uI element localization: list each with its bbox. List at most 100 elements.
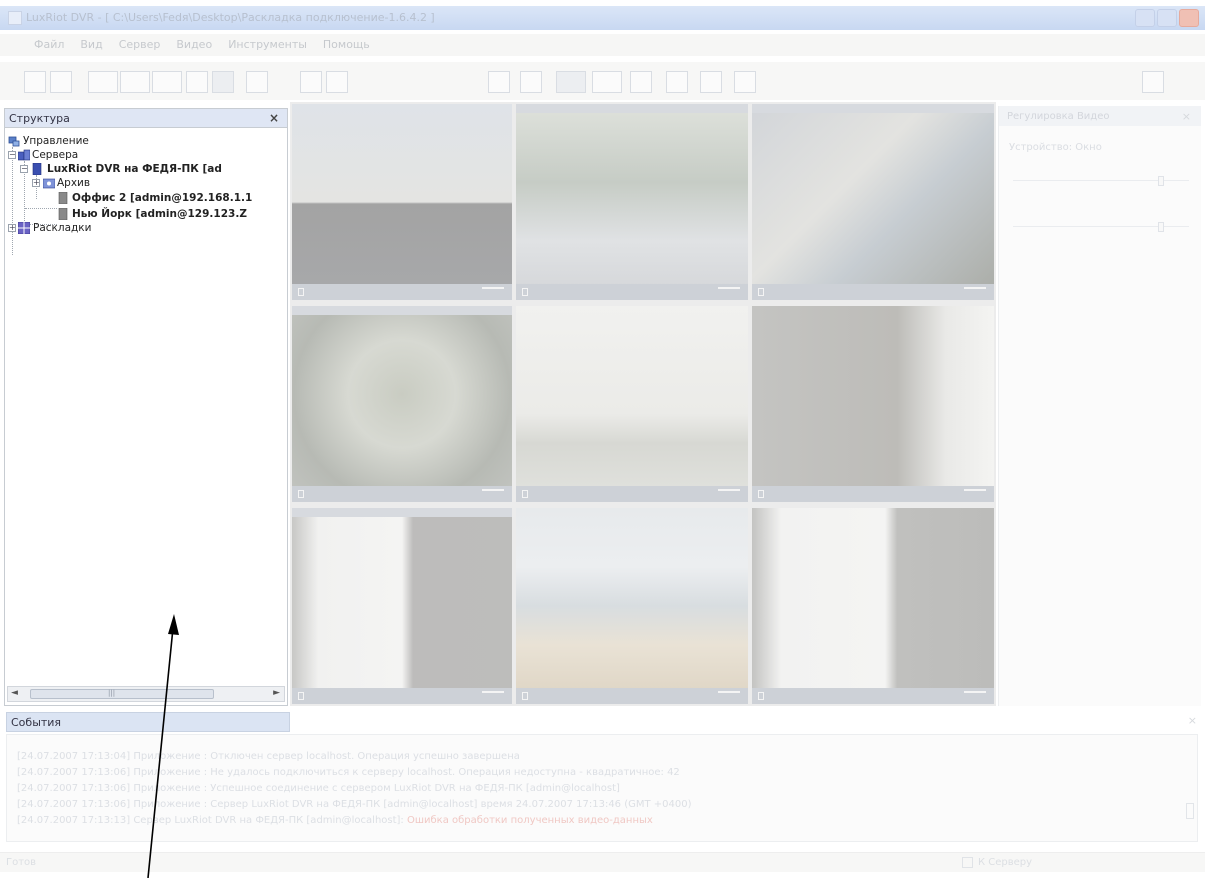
tree-item-layouts[interactable]: Раскладки	[33, 222, 91, 236]
events-vscrollbar[interactable]	[1185, 739, 1195, 839]
camera-tile[interactable]	[516, 104, 748, 300]
event-line: [24.07.2007 17:13:04] Приложение : Отклю…	[17, 751, 520, 762]
structure-hscrollbar[interactable]: ◄ ||| ►	[7, 686, 285, 702]
zoom-icon[interactable]	[326, 71, 348, 93]
camera-tile[interactable]	[292, 306, 512, 502]
camera-tile[interactable]	[516, 508, 748, 704]
grid-1p5-icon[interactable]	[630, 71, 652, 93]
video-grid	[290, 102, 996, 706]
events-scroll-thumb[interactable]	[1186, 803, 1194, 819]
structure-close-icon[interactable]: ×	[269, 111, 279, 125]
menu-server[interactable]: Сервер	[113, 34, 167, 56]
camera-status-icon	[758, 288, 764, 296]
connect-icon[interactable]	[24, 71, 46, 93]
camera-tile[interactable]	[752, 306, 994, 502]
camera-caption-bar	[516, 486, 748, 502]
grid-4x4-icon[interactable]	[592, 71, 622, 93]
server-offline-icon	[58, 192, 68, 204]
grid-1x1-icon[interactable]	[488, 71, 510, 93]
server-status-text: К Серверу	[978, 857, 1033, 868]
grid-icon[interactable]	[212, 71, 234, 93]
maximize-button[interactable]	[1157, 9, 1177, 27]
camera-controls-icon	[718, 287, 740, 296]
options-icon[interactable]	[1142, 71, 1164, 93]
camera-caption-bar	[292, 284, 512, 300]
status-bar: Готов К Серверу	[0, 852, 1205, 872]
camera-header-bar	[292, 508, 512, 517]
grid-1p12-icon[interactable]	[700, 71, 722, 93]
events-close-icon[interactable]: ×	[1188, 714, 1197, 727]
status-text: Готов	[6, 857, 37, 868]
slider-knob[interactable]	[1158, 222, 1164, 232]
camera-caption-bar	[292, 486, 512, 502]
tree-item-server-luxriot[interactable]: LuxRiot DVR на ФЕДЯ-ПК [ad	[47, 163, 222, 177]
scroll-left-icon[interactable]: ◄	[11, 688, 18, 698]
camera-caption-bar	[516, 688, 748, 704]
camera-controls-icon	[964, 489, 986, 498]
camera-controls-icon	[964, 691, 986, 700]
title-bar: LuxRiot DVR - [ C:\Users\Fedя\Desktop\Ра…	[0, 6, 1205, 30]
server-online-icon	[32, 163, 42, 175]
menu-video[interactable]: Видео	[170, 34, 218, 56]
settings-icon[interactable]	[246, 71, 268, 93]
events-panel-header: События	[6, 712, 290, 732]
tree-item-management[interactable]: Управление	[23, 135, 89, 149]
event-line: [24.07.2007 17:13:06] Приложение : Не уд…	[17, 767, 680, 778]
layouts-icon	[18, 222, 30, 234]
video-settings-panel: Регулировка Видео × Устройство: Окно	[998, 106, 1201, 706]
event-line-text: [24.07.2007 17:13:13] Сервер LuxRiot DVR…	[17, 815, 407, 826]
camera-tile[interactable]	[752, 508, 994, 704]
grid-1p7-icon[interactable]	[666, 71, 688, 93]
expand-servers-icon[interactable]: −	[8, 151, 16, 159]
event-line: [24.07.2007 17:13:06] Приложение : Успеш…	[17, 783, 620, 794]
structure-panel-title: Структура	[9, 112, 70, 125]
camera-controls-icon	[718, 489, 740, 498]
fullscreen-icon[interactable]	[186, 71, 208, 93]
grid-3x3-icon[interactable]	[556, 71, 586, 93]
tree-item-server-newyork[interactable]: Нью Йорк [admin@129.123.Z	[72, 208, 247, 222]
archive-icon	[43, 178, 55, 189]
camera-controls-icon	[482, 287, 504, 296]
tree-item-server-office2[interactable]: Оффис 2 [admin@192.168.1.1	[72, 192, 252, 206]
tree-item-servers[interactable]: Сервера	[32, 149, 78, 163]
camera-tile[interactable]	[752, 104, 994, 300]
video-settings-device: Устройство: Окно	[1009, 142, 1102, 153]
slider-knob[interactable]	[1158, 176, 1164, 186]
camera-status-icon	[522, 288, 528, 296]
expand-layouts-icon[interactable]: +	[8, 224, 16, 232]
brightness-slider[interactable]	[1013, 176, 1189, 186]
save-icon[interactable]	[50, 71, 72, 93]
contrast-slider[interactable]	[1013, 222, 1189, 232]
layout-1-icon[interactable]	[88, 71, 118, 93]
events-panel-title: События	[11, 716, 62, 729]
tree-item-archive[interactable]: Архив	[57, 177, 90, 191]
camera-status-icon	[298, 692, 304, 700]
camera-tile[interactable]	[516, 306, 748, 502]
camera-status-icon	[298, 288, 304, 296]
minimize-button[interactable]	[1135, 9, 1155, 27]
app-icon	[8, 11, 22, 25]
menu-bar: Файл Вид Сервер Видео Инструменты Помощь	[0, 34, 1205, 56]
camera-status-icon	[758, 490, 764, 498]
menu-file[interactable]: Файл	[28, 34, 70, 56]
expand-server1-icon[interactable]: −	[20, 165, 28, 173]
video-settings-close-icon[interactable]: ×	[1182, 110, 1191, 123]
play-icon[interactable]	[300, 71, 322, 93]
menu-tools[interactable]: Инструменты	[222, 34, 313, 56]
camera-tile[interactable]	[292, 508, 512, 704]
scroll-thumb[interactable]	[30, 689, 214, 699]
grid-custom-icon[interactable]	[734, 71, 756, 93]
camera-status-icon	[298, 490, 304, 498]
expand-archive-icon[interactable]: +	[32, 179, 40, 187]
camera-controls-icon	[964, 287, 986, 296]
menu-help[interactable]: Помощь	[317, 34, 376, 56]
camera-controls-icon	[482, 691, 504, 700]
scroll-right-icon[interactable]: ►	[273, 688, 280, 698]
grid-2x2-icon[interactable]	[520, 71, 542, 93]
layout-2-icon[interactable]	[120, 71, 150, 93]
camera-tile[interactable]	[292, 104, 512, 300]
layout-3-icon[interactable]	[152, 71, 182, 93]
close-window-button[interactable]	[1179, 9, 1199, 27]
event-line: [24.07.2007 17:13:13] Сервер LuxRiot DVR…	[17, 815, 653, 826]
menu-view[interactable]: Вид	[74, 34, 108, 56]
